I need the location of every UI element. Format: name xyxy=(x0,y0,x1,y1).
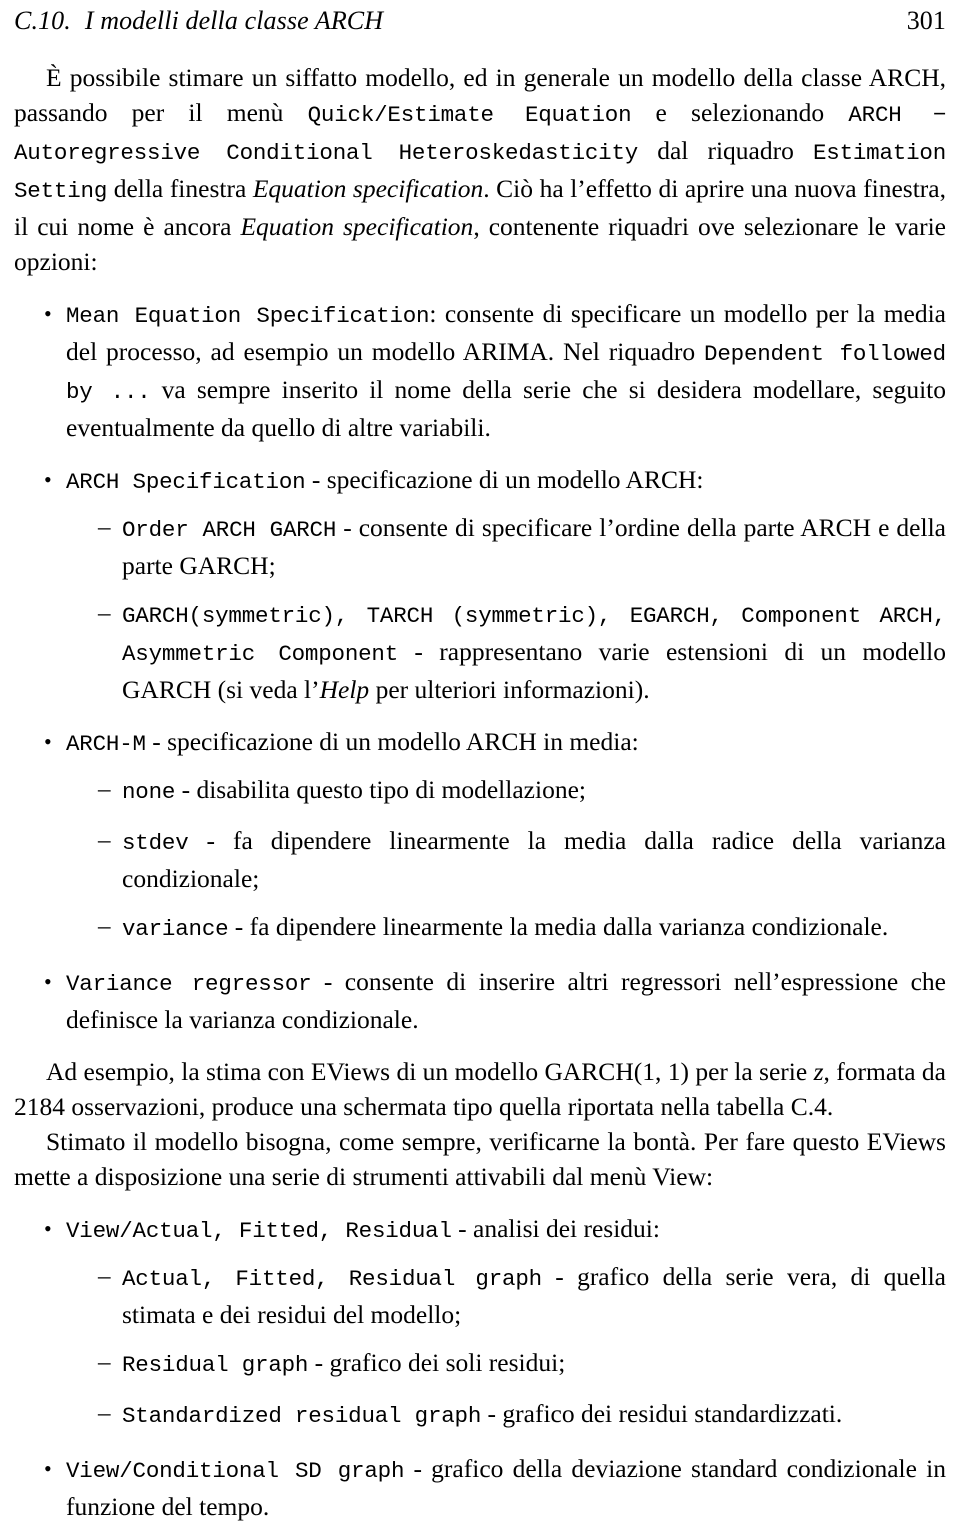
list-item-arch-m: • ARCH-M - specificazione di un modello … xyxy=(14,724,946,762)
bullet-marker: • xyxy=(44,301,52,326)
window-equation-specification-2: Equation specification xyxy=(240,212,474,241)
field-order-arch-garch: Order ARCH GARCH xyxy=(122,517,337,543)
list-item-text: View/Conditional SD graph - grafico dell… xyxy=(66,1454,946,1521)
option-stdev: stdev xyxy=(122,830,189,856)
dash-marker: – xyxy=(98,776,111,803)
intro-paragraph: È possibile stimare un siffatto modello,… xyxy=(14,63,946,276)
list-item-variance-regressor: • Variance regressor - consente di inser… xyxy=(14,964,946,1037)
page-body: È possibile stimare un siffatto modello,… xyxy=(0,36,960,1524)
section-title: I modelli della classe ARCH xyxy=(84,6,384,35)
list-item-standardized-residual-graph: – Standardized residual graph - grafico … xyxy=(14,1396,946,1434)
list-item-text: ARCH Specification - specificazione di u… xyxy=(66,465,704,495)
list-item-text: Actual, Fitted, Residual graph - grafico… xyxy=(122,1262,946,1329)
bullet-marker: • xyxy=(44,969,52,994)
section-number: C.10. xyxy=(14,6,71,35)
sublist-arch-specification: – Order ARCH GARCH - consente di specifi… xyxy=(14,510,946,707)
list-item-variance: – variance - fa dipendere linearmente la… xyxy=(14,909,946,947)
list-item-text: Residual graph - grafico dei soli residu… xyxy=(122,1348,566,1378)
dash-marker: – xyxy=(98,1263,111,1290)
window-equation-specification: Equation specification xyxy=(252,174,484,203)
option-none: none xyxy=(122,779,176,805)
document-page: C.10. I modelli della classe ARCH 301 È p… xyxy=(0,0,960,1521)
bullet-marker: • xyxy=(44,1456,52,1481)
bullet-list-arch-m: • ARCH-M - specificazione di un modello … xyxy=(14,724,946,762)
running-head: C.10. I modelli della classe ARCH 301 xyxy=(0,0,960,36)
sublist-view-afr: – Actual, Fitted, Residual graph - grafi… xyxy=(14,1259,946,1434)
menu-view-actual-fitted-residual: View/Actual, Fitted, Residual xyxy=(66,1218,452,1244)
bullet-list-view-conditional-sd: • View/Conditional SD graph - grafico de… xyxy=(14,1451,946,1524)
list-item-text: Standardized residual graph - grafico de… xyxy=(122,1399,843,1429)
bullet-marker: • xyxy=(44,1216,52,1241)
list-item-text: stdev - fa dipendere linearmente la medi… xyxy=(122,826,946,893)
list-item-view-conditional-sd-graph: • View/Conditional SD graph - grafico de… xyxy=(14,1451,946,1524)
dash-marker: – xyxy=(98,913,111,940)
dash-marker: – xyxy=(98,514,111,541)
field-arch-m: ARCH-M xyxy=(66,731,146,757)
list-item-text: none - disabilita questo tipo di modella… xyxy=(122,775,586,805)
closing-paragraph: Stimato il modello bisogna, come sempre,… xyxy=(14,1127,946,1191)
list-item-garch-variants: – GARCH(symmetric), TARCH (symmetric), E… xyxy=(14,596,946,707)
sublist-arch-m: – none - disabilita questo tipo di model… xyxy=(14,772,946,947)
list-item-none: – none - disabilita questo tipo di model… xyxy=(14,772,946,810)
menu-actual-fitted-residual-graph: Actual, Fitted, Residual graph xyxy=(122,1266,542,1292)
dash-marker: – xyxy=(98,827,111,854)
list-item-text: Variance regressor - consente di inserir… xyxy=(66,967,946,1034)
field-mean-equation-specification: Mean Equation Specification xyxy=(66,303,430,329)
menu-path-quick-estimate: Quick/Estimate Equation xyxy=(307,102,632,128)
list-item-residual-graph: – Residual graph - grafico dei soli resi… xyxy=(14,1345,946,1383)
bullet-list-arch-specification: • ARCH Specification - specificazione di… xyxy=(14,462,946,500)
list-item-text: ARCH-M - specificazione di un modello AR… xyxy=(66,727,639,757)
dash-marker: – xyxy=(98,1349,111,1376)
list-item-text: variance - fa dipendere linearmente la m… xyxy=(122,912,889,942)
menu-residual-graph: Residual graph xyxy=(122,1352,309,1378)
bullet-list-variance-regressor: • Variance regressor - consente di inser… xyxy=(14,964,946,1037)
bullet-list-view-actual-fitted-residual: • View/Actual, Fitted, Residual - analis… xyxy=(14,1211,946,1249)
list-item-arch-specification: • ARCH Specification - specificazione di… xyxy=(14,462,946,500)
running-head-title: C.10. I modelli della classe ARCH xyxy=(14,6,383,36)
field-arch-specification: ARCH Specification xyxy=(66,469,306,495)
list-item-mean-equation: • Mean Equation Specification: consente … xyxy=(14,296,946,445)
bullet-marker: • xyxy=(44,467,52,492)
bullet-marker: • xyxy=(44,729,52,754)
list-item-order-arch-garch: – Order ARCH GARCH - consente di specifi… xyxy=(14,510,946,583)
example-paragraph: Ad esempio, la stima con EViews di un mo… xyxy=(14,1057,946,1121)
list-item-text: GARCH(symmetric), TARCH (symmetric), EGA… xyxy=(122,603,946,704)
menu-standardized-residual-graph: Standardized residual graph xyxy=(122,1403,482,1429)
list-item-text: View/Actual, Fitted, Residual - analisi … xyxy=(66,1214,660,1244)
list-item-text: Order ARCH GARCH - consente di specifica… xyxy=(122,513,946,580)
bullet-list-mean-equation: • Mean Equation Specification: consente … xyxy=(14,296,946,445)
field-variance-regressor: Variance regressor xyxy=(66,971,312,997)
help-reference: Help xyxy=(319,675,370,704)
list-item-stdev: – stdev - fa dipendere linearmente la me… xyxy=(14,823,946,896)
menu-view-conditional-sd-graph: View/Conditional SD graph xyxy=(66,1458,405,1484)
dash-marker: – xyxy=(98,600,111,627)
option-variance: variance xyxy=(122,916,229,942)
list-item-view-actual-fitted-residual: • View/Actual, Fitted, Residual - analis… xyxy=(14,1211,946,1249)
list-item-text: Mean Equation Specification: consente di… xyxy=(66,299,946,442)
series-variable: z xyxy=(813,1057,824,1086)
dash-marker: – xyxy=(98,1400,111,1427)
page-number: 301 xyxy=(906,6,946,35)
list-item-actual-fitted-residual-graph: – Actual, Fitted, Residual graph - grafi… xyxy=(14,1259,946,1332)
